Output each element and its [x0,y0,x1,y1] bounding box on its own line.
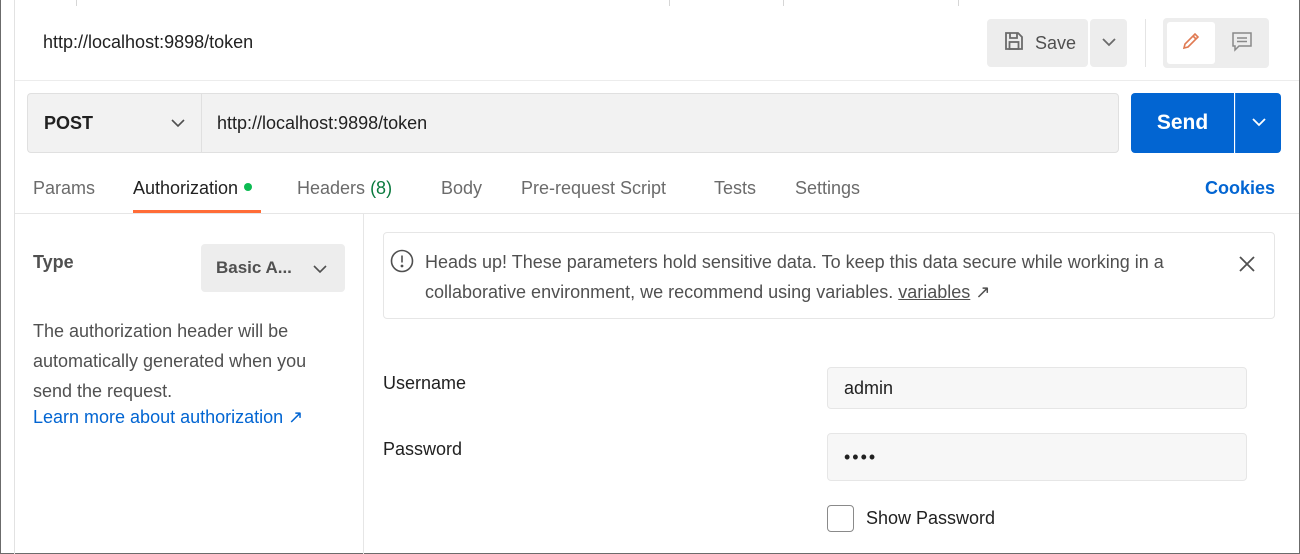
password-label: Password [383,439,463,459]
status-dot [244,183,253,191]
alert-circle-icon [390,249,414,278]
sensitive-data-warning: Heads up! These parameters hold sensitiv… [383,232,1275,319]
auth-type-value: Basic A... [216,258,292,277]
active-tab-indicator [133,210,261,213]
auth-type-label: Type [33,252,74,272]
learn-more-link[interactable]: Learn more about authorization ↗ [33,407,303,428]
cookies-link[interactable]: Cookies [1205,178,1275,199]
save-options-button[interactable] [1090,19,1127,67]
tab-headers[interactable]: Headers (8) [297,178,392,199]
tab-params[interactable]: Params [33,178,95,199]
tab-pre-request-script[interactable]: Pre-request Script [521,178,666,199]
auth-type-select[interactable]: Basic A... [201,244,345,292]
username-label: Username [383,373,467,393]
send-button[interactable]: Send [1131,93,1234,153]
pencil-icon [1180,30,1202,57]
toolbar-divider [1145,19,1146,67]
username-input[interactable] [827,367,1247,409]
warning-text: Heads up! These parameters hold sensitiv… [425,252,1164,302]
external-link-icon: ↗ [975,282,991,302]
chevron-down-icon [171,115,185,133]
request-title[interactable]: http://localhost:9898/token [43,32,253,53]
send-button-label: Send [1156,111,1209,134]
method-select[interactable]: POST [27,93,201,153]
show-password-label[interactable]: Show Password [866,508,995,529]
password-input[interactable] [827,433,1247,481]
tab-settings[interactable]: Settings [795,178,860,199]
tab-authorization[interactable]: Authorization [133,178,253,199]
send-options-button[interactable] [1235,93,1281,153]
variables-link[interactable]: variables [898,282,970,302]
edit-mode-button[interactable] [1167,22,1215,64]
tab-body[interactable]: Body [441,178,482,199]
tab-tests[interactable]: Tests [714,178,756,199]
url-input[interactable] [201,93,1119,153]
chevron-down-icon [313,261,327,279]
comment-icon [1231,30,1253,57]
save-button-label: Save [1035,32,1077,53]
show-password-checkbox[interactable] [827,505,854,532]
comment-mode-button[interactable] [1219,22,1265,64]
view-mode-toggle [1163,18,1269,68]
chevron-down-icon [1251,114,1266,132]
auth-description: The authorization header will be automat… [33,321,307,401]
method-value: POST [44,112,94,133]
chevron-down-icon [1101,34,1116,52]
headers-count: (8) [370,178,393,198]
request-title-bar: http://localhost:9898/token Save [15,0,1299,81]
auth-type-pane: Type Basic A... The authorization header… [15,214,364,554]
request-tabs: Params Authorization Headers (8) Body Pr… [15,163,1299,214]
close-icon[interactable] [1238,255,1256,278]
save-button[interactable]: Save [987,19,1088,67]
floppy-disk-icon [1003,30,1025,57]
